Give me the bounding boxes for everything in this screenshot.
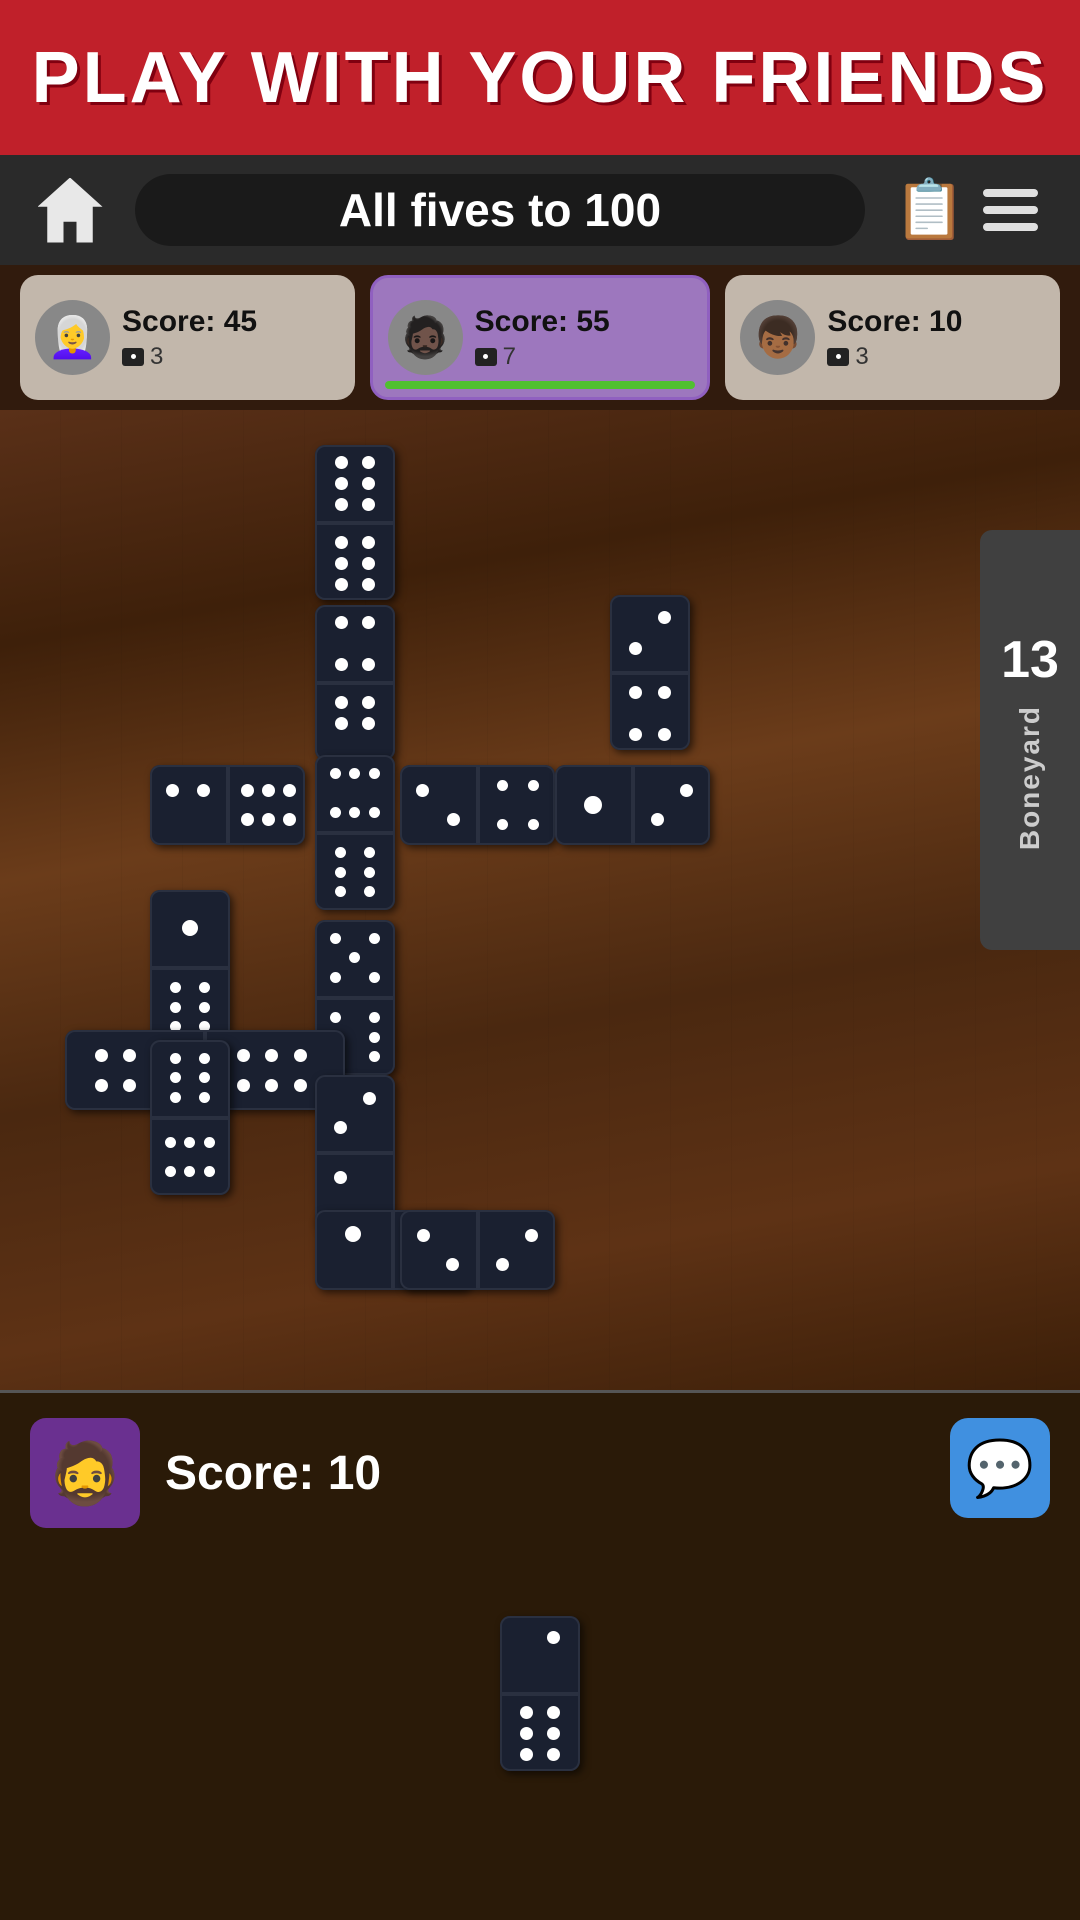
boneyard-label: Boneyard — [1014, 705, 1046, 850]
domino-tile[interactable] — [400, 765, 555, 845]
player-card-1: 👩‍🦳 Score: 45 3 — [20, 275, 355, 400]
domino-tile[interactable] — [315, 1075, 395, 1230]
bottom-player-avatar: 🧔 — [30, 1418, 140, 1528]
game-title: All fives to 100 — [339, 183, 661, 237]
player-card-2: 🧔🏿 Score: 55 7 — [370, 275, 711, 400]
player-score-3: Score: 10 — [827, 305, 962, 339]
player-avatar-1: 👩‍🦳 — [35, 300, 110, 375]
player-avatar-3: 👦🏾 — [740, 300, 815, 375]
home-button[interactable] — [30, 170, 110, 250]
domino-tile[interactable] — [315, 445, 395, 600]
player-info-3: Score: 10 3 — [827, 305, 962, 371]
player-score-1: Score: 45 — [122, 305, 257, 339]
hamburger-icon — [983, 189, 1038, 231]
notes-button[interactable]: 📋 — [890, 170, 970, 250]
domino-tile[interactable] — [400, 1210, 555, 1290]
player-tiles-3: 3 — [827, 343, 962, 371]
boneyard-count: 13 — [1001, 630, 1059, 690]
boneyard-panel[interactable]: 13 Boneyard — [980, 530, 1080, 950]
domino-tile[interactable] — [315, 605, 395, 760]
player-info-2: Score: 55 7 — [475, 305, 610, 371]
domino-tile[interactable] — [555, 765, 710, 845]
player-hand — [0, 1553, 1080, 1833]
domino-tile[interactable] — [315, 755, 395, 910]
domino-tile[interactable] — [150, 765, 305, 845]
domino-tile[interactable] — [150, 890, 230, 1045]
notes-icon: 📋 — [894, 176, 966, 244]
chat-button[interactable]: 💬 — [950, 1418, 1050, 1518]
player-tiles-1: 3 — [122, 343, 257, 371]
hand-domino[interactable] — [500, 1616, 580, 1771]
players-row: 👩‍🦳 Score: 45 3 🧔🏿 Score: 55 7 👦🏾 Score:… — [0, 265, 1080, 410]
home-icon — [38, 178, 103, 243]
game-title-box: All fives to 100 — [135, 174, 865, 246]
player-avatar-2: 🧔🏿 — [388, 300, 463, 375]
bottom-player-info: 🧔 Score: 10 — [0, 1393, 1080, 1553]
header-banner: PLAY WITH YOUR FRIENDS — [0, 0, 1080, 155]
mini-domino-icon-1 — [122, 348, 144, 366]
bottom-player-area: 🧔 Score: 10 💬 — [0, 1390, 1080, 1920]
chat-icon: 💬 — [966, 1436, 1034, 1501]
mini-domino-icon-3 — [827, 348, 849, 366]
banner-title: PLAY WITH YOUR FRIENDS — [32, 37, 1049, 119]
bottom-player-score: Score: 10 — [165, 1446, 381, 1501]
player-score-2: Score: 55 — [475, 305, 610, 339]
menu-button[interactable] — [970, 170, 1050, 250]
domino-tile[interactable] — [150, 1040, 230, 1195]
domino-tile[interactable] — [610, 595, 690, 750]
player-info-1: Score: 45 3 — [122, 305, 257, 371]
toolbar: All fives to 100 📋 — [0, 155, 1080, 265]
game-board: 13 Boneyard — [0, 410, 1080, 1400]
player-card-3: 👦🏾 Score: 10 3 — [725, 275, 1060, 400]
mini-domino-icon-2 — [475, 348, 497, 366]
player-tiles-2: 7 — [475, 343, 610, 371]
